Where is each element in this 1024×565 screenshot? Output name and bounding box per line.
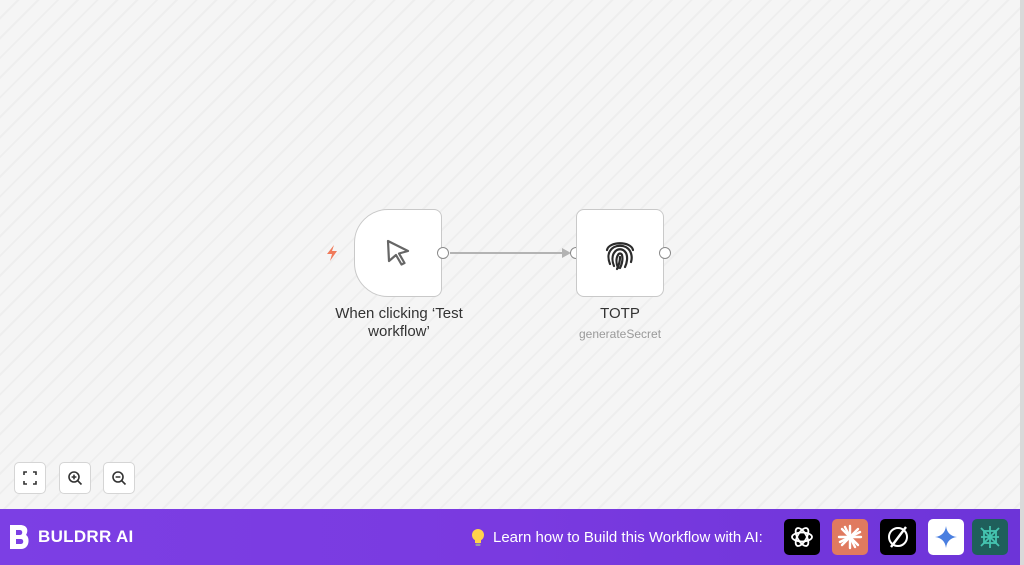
- brand-name: BULDRR AI: [38, 527, 134, 546]
- totp-node-subtitle: generateSecret: [578, 327, 662, 341]
- gemini-icon: [935, 526, 957, 548]
- chatgpt-icon: [791, 527, 813, 547]
- perplexity-button[interactable]: [880, 519, 916, 555]
- gemini-button[interactable]: [928, 519, 964, 555]
- zoom-out-icon: [112, 471, 127, 486]
- fit-view-button[interactable]: [14, 462, 46, 494]
- chatgpt-button[interactable]: [784, 519, 820, 555]
- zoom-in-icon: [68, 471, 83, 486]
- fingerprint-icon: [605, 242, 635, 271]
- trigger-node-label: When clicking ‘Test workflow’: [335, 305, 463, 340]
- totp-node-label: TOTP: [600, 305, 640, 322]
- claude-button[interactable]: [832, 519, 868, 555]
- trigger-bolt-icon: [327, 245, 337, 261]
- deepseek-button[interactable]: [972, 519, 1008, 555]
- workflow-canvas[interactable]: [0, 0, 1020, 509]
- totp-node[interactable]: [576, 209, 664, 297]
- lightbulb-icon: [472, 529, 484, 546]
- zoom-out-button[interactable]: [103, 462, 135, 494]
- perplexity-icon: [888, 526, 908, 548]
- fit-view-icon: [23, 471, 37, 485]
- cta-text: Learn how to Build this Workflow with AI…: [493, 529, 763, 546]
- totp-output-port[interactable]: [659, 247, 671, 259]
- manual-trigger-node[interactable]: [354, 209, 442, 297]
- scrollbar[interactable]: [1020, 0, 1024, 565]
- trigger-output-port[interactable]: [437, 247, 449, 259]
- buldrr-logo-icon: [10, 525, 29, 549]
- footer-banner: BULDRR AI Learn how to Build this Workfl…: [0, 509, 1020, 565]
- deepseek-icon: [980, 526, 1000, 548]
- cursor-arrow-icon: [386, 239, 410, 266]
- claude-icon: [837, 524, 863, 550]
- zoom-in-button[interactable]: [59, 462, 91, 494]
